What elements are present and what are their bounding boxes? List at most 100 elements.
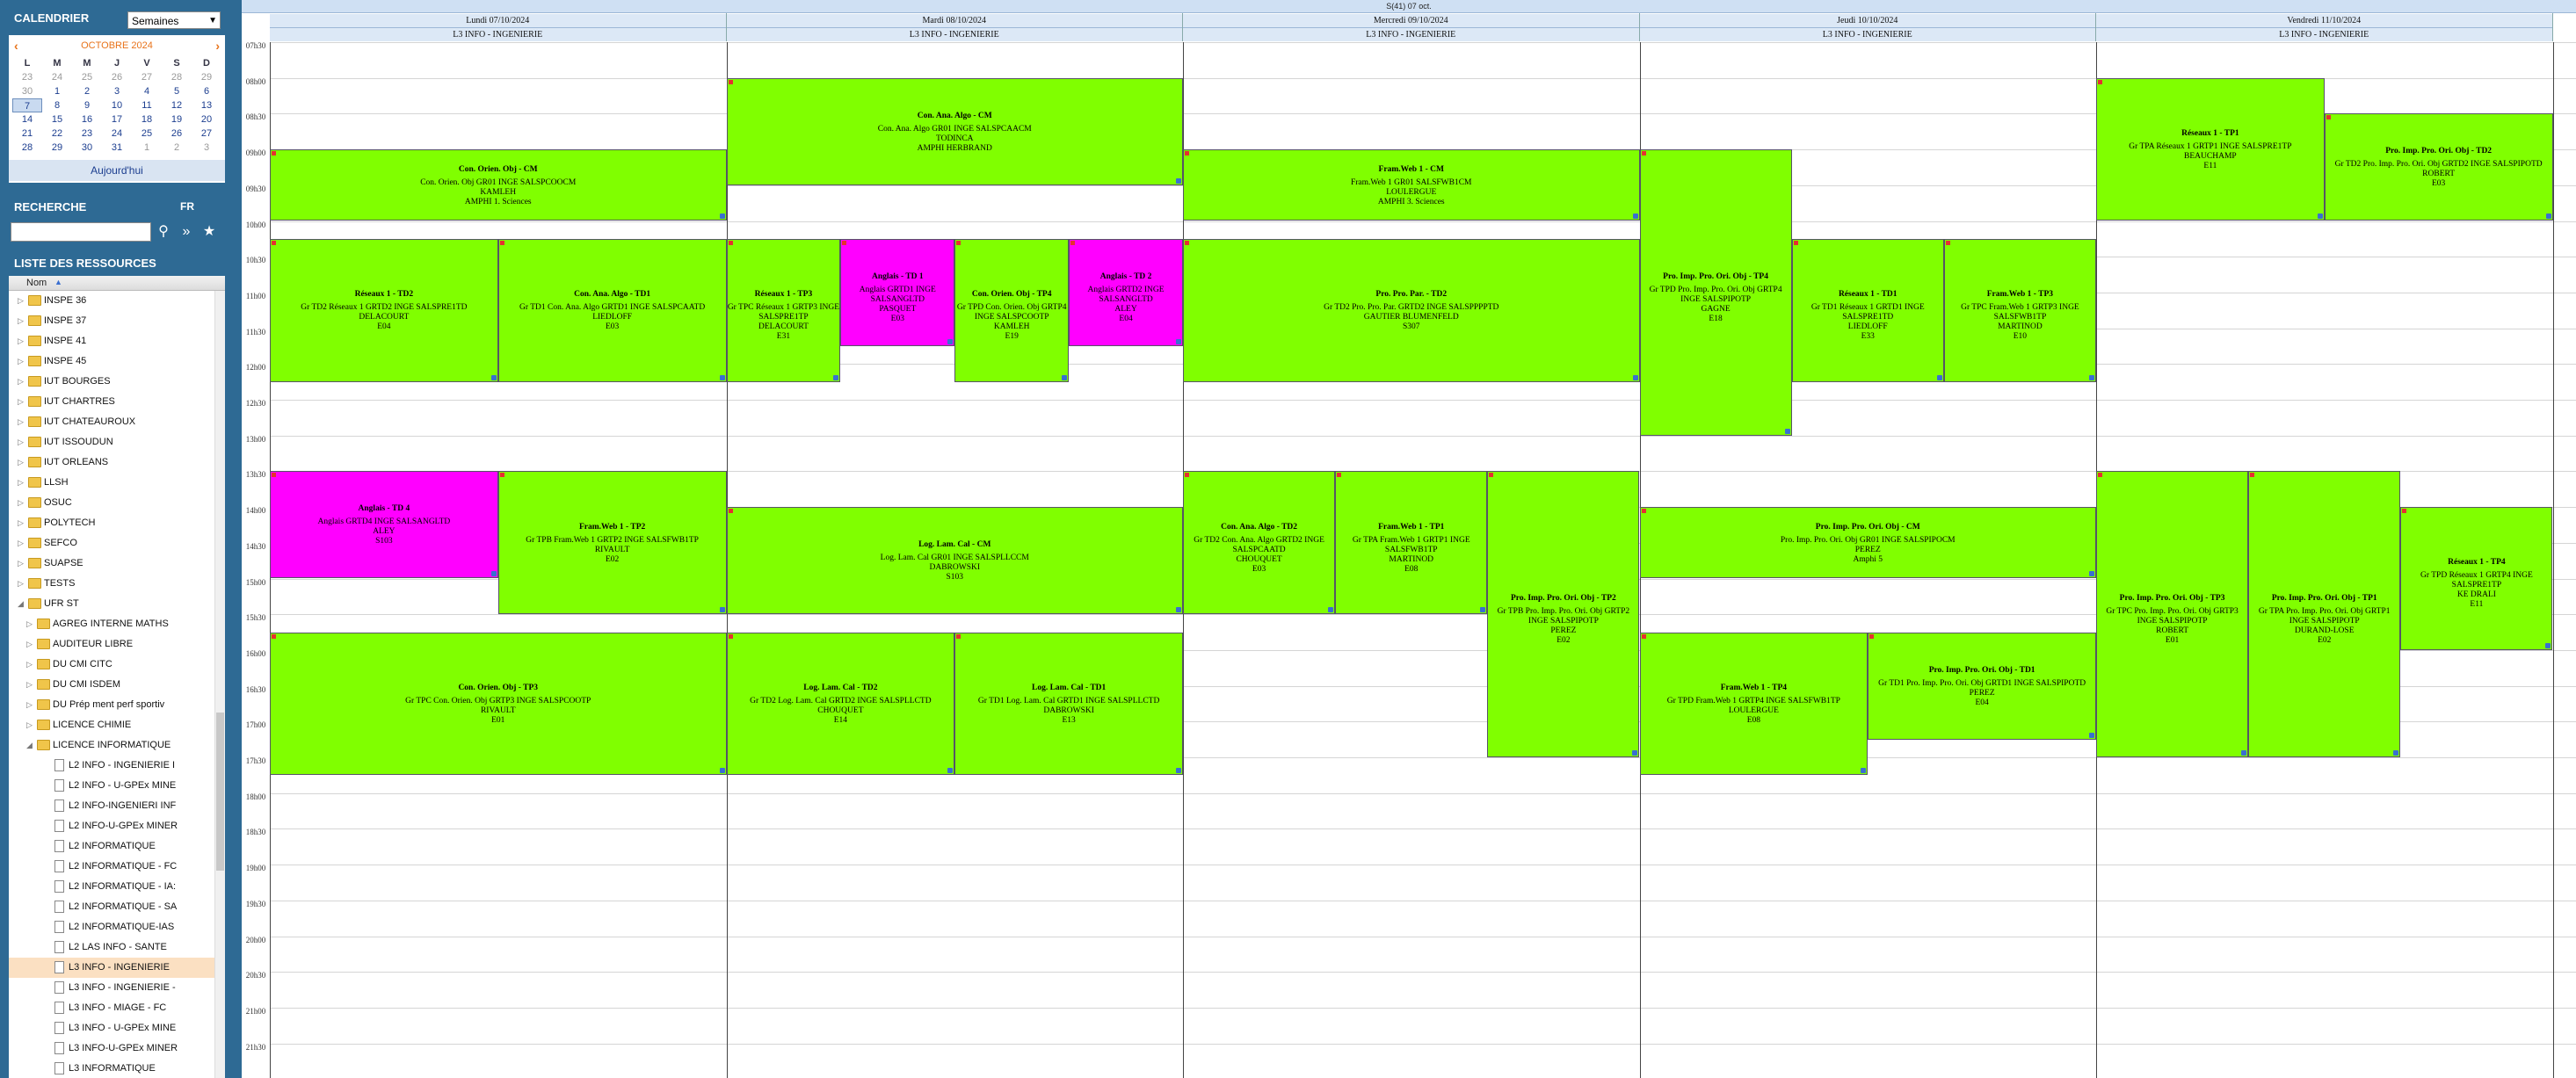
collapsed-arrow-icon[interactable]: ▷ xyxy=(18,458,24,467)
tree-item[interactable]: ▷ INSPE 45 xyxy=(9,351,215,372)
event-resize-icon[interactable] xyxy=(947,338,954,344)
tree-item[interactable]: ▷ SEFCO xyxy=(9,533,215,553)
calendar-day[interactable]: 14 xyxy=(12,112,42,127)
calendar-day[interactable]: 23 xyxy=(72,127,102,141)
course-event[interactable]: Anglais - TD 1 Anglais GRTD1 INGE SALSANG… xyxy=(840,238,955,346)
calendar-day[interactable]: 28 xyxy=(12,141,42,155)
event-resize-icon[interactable] xyxy=(2545,213,2551,220)
tree-scrollbar[interactable] xyxy=(214,291,225,1078)
course-event[interactable]: Fram.Web 1 - TP3 Gr TPC Fram.Web 1 GRTP3 … xyxy=(1943,238,2096,382)
collapsed-arrow-icon[interactable]: ▷ xyxy=(18,417,24,427)
tree-item[interactable]: ▷ OSUC xyxy=(9,493,215,513)
tree-item[interactable]: L2 INFORMATIQUE-IAS xyxy=(9,917,215,937)
event-resize-icon[interactable] xyxy=(2088,374,2094,380)
event-resize-icon[interactable] xyxy=(1632,749,1638,756)
event-resize-icon[interactable] xyxy=(1632,374,1638,380)
event-resize-icon[interactable] xyxy=(2545,642,2551,648)
calendar-day[interactable]: 25 xyxy=(72,70,102,84)
tree-item[interactable]: ▷ IUT ISSOUDUN xyxy=(9,432,215,452)
course-event[interactable]: Anglais - TD 2 Anglais GRTD2 INGE SALSANG… xyxy=(1069,238,1183,346)
calendar-day[interactable]: 24 xyxy=(102,127,132,141)
tree-item[interactable]: ▷ IUT CHARTRES xyxy=(9,392,215,412)
tree-item[interactable]: ▷ SUAPSE xyxy=(9,553,215,574)
calendar-day[interactable]: 29 xyxy=(42,141,72,155)
calendar-day[interactable]: 2 xyxy=(162,141,192,155)
event-resize-icon[interactable] xyxy=(1176,177,1181,184)
course-event[interactable]: Pro. Imp. Pro. Ori. Obj - TP4 Gr TPD Pro.… xyxy=(1639,149,1792,436)
collapsed-arrow-icon[interactable]: ▷ xyxy=(18,539,24,548)
tree-item[interactable]: ▷ DU CMI CITC xyxy=(9,655,215,675)
tree-item[interactable]: ▷ LLSH xyxy=(9,473,215,493)
calendar-day[interactable]: 25 xyxy=(132,127,162,141)
collapsed-arrow-icon[interactable]: ▷ xyxy=(18,478,24,488)
calendar-day[interactable]: 27 xyxy=(132,70,162,84)
calendar-day[interactable]: 4 xyxy=(132,84,162,98)
calendar-day[interactable]: 1 xyxy=(132,141,162,155)
tree-item[interactable]: L2 LAS INFO - SANTE xyxy=(9,937,215,958)
calendar-day[interactable]: 30 xyxy=(72,141,102,155)
calendar-day[interactable]: 15 xyxy=(42,112,72,127)
course-event[interactable]: Pro. Imp. Pro. Ori. Obj - TP3 Gr TPC Pro.… xyxy=(2096,471,2249,757)
tree-item[interactable]: L2 INFORMATIQUE - SA xyxy=(9,897,215,917)
tree-item[interactable]: ▷ AGREG INTERNE MATHS xyxy=(9,614,215,634)
course-event[interactable]: Con. Ana. Algo - CM Con. Ana. Algo GR01 I… xyxy=(726,77,1183,185)
course-event[interactable]: Pro. Imp. Pro. Ori. Obj - CM Pro. Imp. Pr… xyxy=(1639,507,2096,579)
tree-item[interactable]: L2 INFO - U-GPEx MINE xyxy=(9,776,215,796)
tree-item[interactable]: ▷ IUT CHATEAUROUX xyxy=(9,412,215,432)
course-event[interactable]: Fram.Web 1 - TP2 Gr TPB Fram.Web 1 GRTP2 … xyxy=(497,471,727,615)
favorite-star-icon[interactable]: ★ xyxy=(200,223,218,241)
course-event[interactable]: Réseaux 1 - TP4 Gr TPD Réseaux 1 GRTP4 IN… xyxy=(2400,507,2553,650)
expanded-arrow-icon[interactable]: ◢ xyxy=(26,741,33,750)
event-resize-icon[interactable] xyxy=(2393,749,2399,756)
tree-item[interactable]: ◢ LICENCE INFORMATIQUE xyxy=(9,735,215,756)
course-event[interactable]: Réseaux 1 - TD1 Gr TD1 Réseaux 1 GRTD1 IN… xyxy=(1791,238,1944,382)
tree-item[interactable]: L2 INFO - INGENIERIE I xyxy=(9,756,215,776)
calendar-day[interactable]: 12 xyxy=(162,98,192,112)
calendar-day[interactable]: 8 xyxy=(42,98,72,112)
event-resize-icon[interactable] xyxy=(719,768,725,774)
course-event[interactable]: Anglais - TD 4 Anglais GRTD4 INGE SALSANG… xyxy=(270,471,498,579)
course-event[interactable]: Con. Ana. Algo - TD2 Gr TD2 Con. Ana. Alg… xyxy=(1183,471,1336,615)
calendar-day[interactable]: 10 xyxy=(102,98,132,112)
course-event[interactable]: Pro. Imp. Pro. Ori. Obj - TD2 Gr TD2 Pro.… xyxy=(2324,113,2553,221)
tree-item[interactable]: L3 INFO - U-GPEx MINE xyxy=(9,1018,215,1038)
next-month-icon[interactable]: › xyxy=(215,39,220,53)
event-resize-icon[interactable] xyxy=(2089,732,2094,738)
event-resize-icon[interactable] xyxy=(1328,607,1334,613)
collapsed-arrow-icon[interactable]: ▷ xyxy=(18,377,24,387)
calendar-day[interactable]: 5 xyxy=(162,84,192,98)
tree-item[interactable]: L3 INFO - INGENIERIE xyxy=(9,958,215,978)
course-event[interactable]: Log. Lam. Cal - TD1 Gr TD1 Log. Lam. Cal … xyxy=(954,632,1183,776)
tree-item[interactable]: ▷ INSPE 36 xyxy=(9,291,215,311)
tree-item[interactable]: ▷ TESTS xyxy=(9,574,215,594)
event-resize-icon[interactable] xyxy=(719,213,725,220)
collapsed-arrow-icon[interactable]: ▷ xyxy=(26,720,33,730)
calendar-day[interactable]: 23 xyxy=(12,70,42,84)
calendar-day[interactable]: 21 xyxy=(12,127,42,141)
calendar-day[interactable]: 26 xyxy=(102,70,132,84)
course-event[interactable]: Pro. Imp. Pro. Ori. Obj - TD1 Gr TD1 Pro.… xyxy=(1868,632,2096,740)
search-input[interactable] xyxy=(11,222,151,242)
event-resize-icon[interactable] xyxy=(947,768,954,774)
expanded-arrow-icon[interactable]: ◢ xyxy=(18,599,24,609)
collapsed-arrow-icon[interactable]: ▷ xyxy=(26,660,33,669)
calendar-day[interactable]: 1 xyxy=(42,84,72,98)
tree-header[interactable]: Nom ▲ xyxy=(9,276,225,291)
event-resize-icon[interactable] xyxy=(1062,374,1068,380)
tree-item[interactable]: L2 INFORMATIQUE xyxy=(9,836,215,857)
calendar-day[interactable]: 29 xyxy=(192,70,221,84)
tree-item[interactable]: ▷ AUDITEUR LIBRE xyxy=(9,634,215,655)
event-resize-icon[interactable] xyxy=(1632,213,1638,220)
today-button[interactable]: Aujourd'hui xyxy=(9,160,225,181)
tree-scrollbar-thumb[interactable] xyxy=(216,713,224,871)
calendar-day[interactable]: 17 xyxy=(102,112,132,127)
next-result-icon[interactable]: » xyxy=(178,223,195,241)
collapsed-arrow-icon[interactable]: ▷ xyxy=(18,316,24,326)
course-event[interactable]: Log. Lam. Cal - TD2 Gr TD2 Log. Lam. Cal … xyxy=(726,632,955,776)
course-event[interactable]: Fram.Web 1 - TP1 Gr TPA Fram.Web 1 GRTP1 … xyxy=(1335,471,1488,615)
search-icon[interactable]: ⚲ xyxy=(155,223,172,241)
event-resize-icon[interactable] xyxy=(490,374,497,380)
collapsed-arrow-icon[interactable]: ▷ xyxy=(18,438,24,447)
calendar-day[interactable]: 2 xyxy=(72,84,102,98)
tree-item[interactable]: ▷ POLYTECH xyxy=(9,513,215,533)
